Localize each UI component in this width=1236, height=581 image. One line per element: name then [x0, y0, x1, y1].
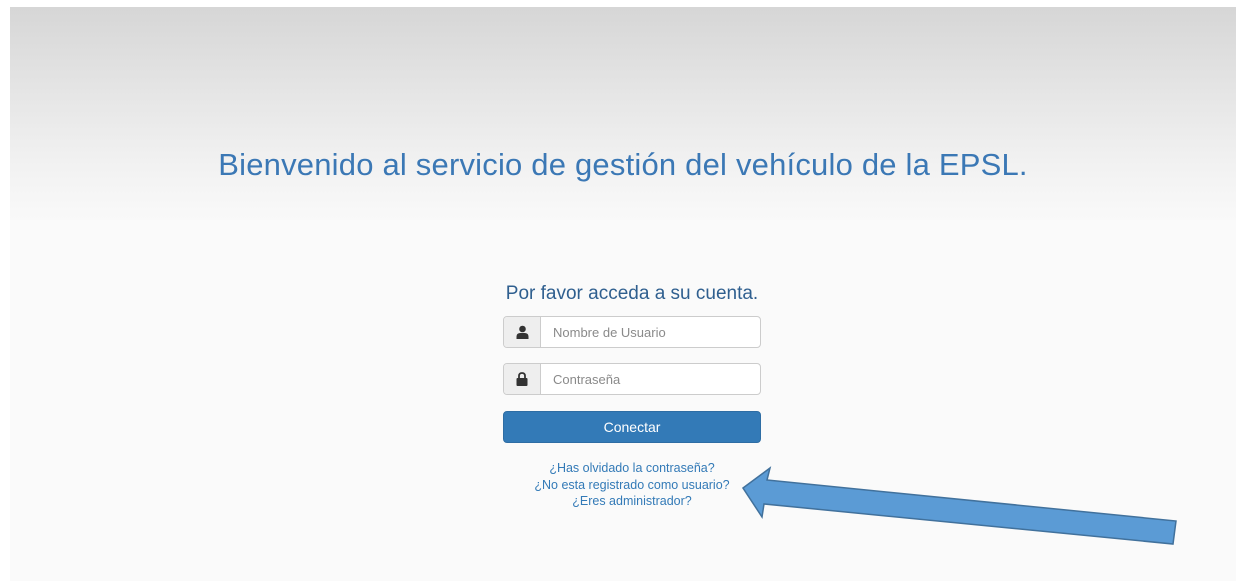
page-title: Bienvenido al servicio de gestión del ve…: [218, 147, 1028, 182]
connect-button[interactable]: Conectar: [503, 411, 761, 443]
account-links: ¿Has olvidado la contraseña? ¿No esta re…: [470, 460, 794, 510]
login-subtitle: Por favor acceda a su cuenta.: [505, 283, 759, 304]
login-page: Bienvenido al servicio de gestión del ve…: [0, 0, 1236, 581]
forgot-password-link[interactable]: ¿Has olvidado la contraseña?: [470, 460, 794, 477]
header-banner: [10, 7, 1236, 220]
lock-icon: [504, 364, 541, 394]
user-icon: [504, 317, 541, 347]
username-field: [503, 316, 761, 348]
username-input[interactable]: [541, 317, 760, 347]
content-area: [10, 220, 1236, 581]
register-link[interactable]: ¿No esta registrado como usuario?: [470, 477, 794, 494]
password-field: [503, 363, 761, 395]
password-input[interactable]: [541, 364, 760, 394]
admin-link[interactable]: ¿Eres administrador?: [470, 493, 794, 510]
